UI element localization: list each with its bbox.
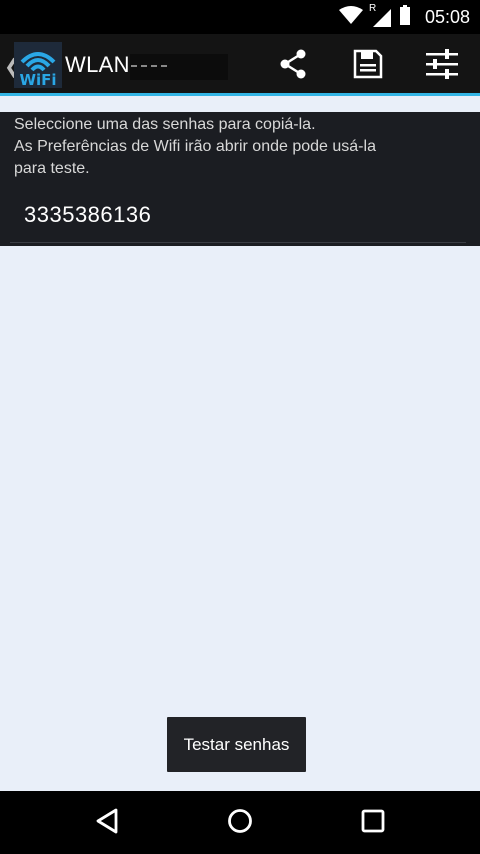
navigation-bar [0,791,480,854]
content-gap [0,99,480,112]
list-divider [10,242,466,243]
save-icon [353,49,383,84]
back-icon [94,807,120,840]
wifi-icon [338,5,363,29]
save-button[interactable] [346,44,390,88]
status-time: 05:08 [424,6,470,27]
status-icons: R 05:08 [338,0,470,34]
app-logo-icon[interactable]: WiFi [14,42,62,89]
recents-button[interactable] [343,801,403,845]
settings-sliders-icon [425,48,459,85]
password-card: Seleccione uma das senhas para copiá-la.… [0,112,480,246]
toast-message: Testar senhas [167,717,306,772]
redacted-network-name [130,54,228,80]
home-button[interactable] [210,801,270,845]
instructions-line-1: Seleccione uma das senhas para copiá-la. [14,116,316,133]
share-button[interactable] [271,44,315,88]
status-bar: R 05:08 [0,0,480,34]
instructions-line-3: para teste. [14,160,90,177]
app-title: WLAN- [65,52,138,77]
instructions-line-2: As Preferências de Wifi irão abrir onde … [14,138,376,155]
roaming-label: R [368,3,377,14]
back-button[interactable] [77,801,137,845]
app-logo-text: WiFi [19,71,56,88]
share-icon [277,48,309,85]
redacted-dashes [131,65,167,67]
password-value: 3335386136 [24,202,152,227]
password-list-item[interactable]: 3335386136 [0,194,480,242]
battery-icon [399,4,411,30]
action-bar: ❮ WiFi WLAN- [0,34,480,96]
recents-icon [360,808,386,839]
home-icon [226,807,254,840]
settings-button[interactable] [420,44,464,88]
cell-signal-roaming-icon: R [369,3,391,27]
